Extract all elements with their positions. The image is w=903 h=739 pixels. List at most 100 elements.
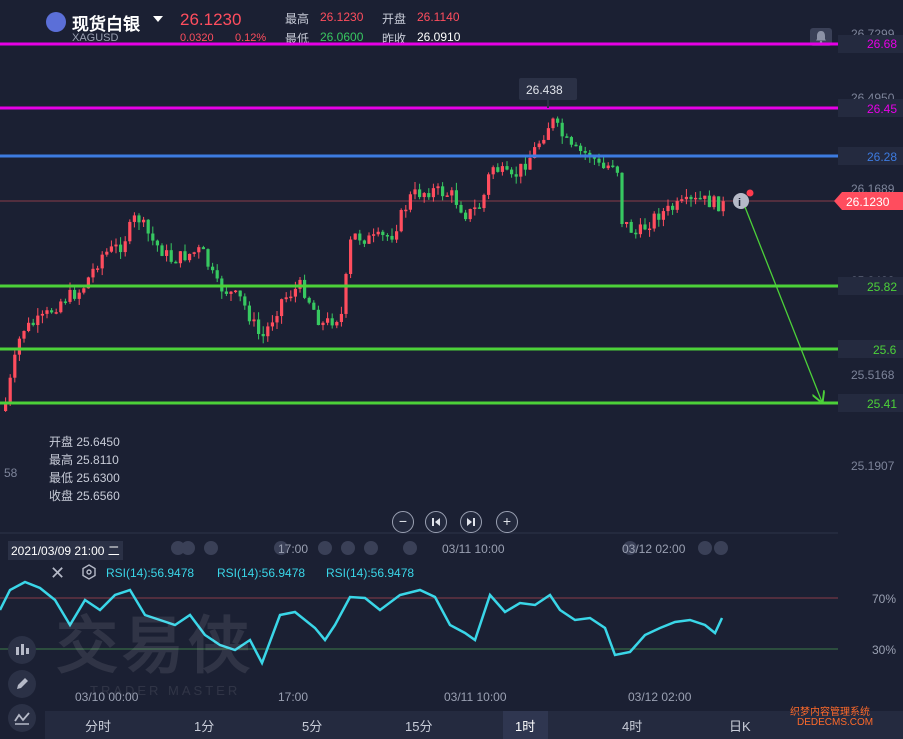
- left-edge-label: 58: [4, 466, 18, 480]
- candle-body: [321, 322, 325, 326]
- tab-4hour[interactable]: 4时: [622, 716, 642, 735]
- candle-body: [307, 297, 311, 303]
- candle-body: [473, 207, 477, 210]
- candle-body: [197, 247, 201, 253]
- candle-body: [680, 199, 684, 202]
- tab-15min[interactable]: 15分: [405, 716, 432, 735]
- candle-body: [675, 201, 679, 210]
- candle-body: [487, 174, 491, 195]
- level-tag: 25.82: [867, 280, 897, 294]
- indicator-icon[interactable]: [8, 704, 36, 732]
- candle-body: [128, 221, 132, 242]
- candle-body: [689, 196, 693, 200]
- candle-body: [45, 310, 49, 314]
- candle-body: [381, 231, 385, 236]
- candle-body: [183, 251, 187, 261]
- candle-body: [652, 213, 656, 229]
- candle-body: [404, 209, 408, 212]
- tab-1hour[interactable]: 1时: [515, 716, 535, 735]
- candle-body: [372, 234, 376, 236]
- candle-body: [671, 205, 675, 210]
- candle-body: [500, 166, 504, 172]
- time-label: 17:00: [278, 542, 309, 556]
- candle-body: [643, 224, 647, 230]
- candle-body: [625, 221, 629, 224]
- candle-body: [178, 251, 182, 264]
- candle-body: [450, 190, 454, 196]
- candle-body: [648, 228, 652, 231]
- candle-body: [569, 137, 573, 145]
- ohlc-close: 收盘 25.6560: [49, 489, 120, 503]
- tab-timeshare[interactable]: 分时: [85, 716, 111, 735]
- candle-body: [289, 296, 293, 299]
- candle-body: [496, 167, 500, 172]
- candle-body: [303, 279, 307, 298]
- rsi-label: RSI(14):56.9478: [106, 566, 195, 580]
- candle-body: [238, 290, 242, 297]
- candle-body: [63, 301, 67, 303]
- pen-icon[interactable]: [8, 670, 36, 698]
- candle-body: [721, 201, 725, 212]
- candle-body: [169, 250, 173, 262]
- candle-body: [224, 291, 228, 294]
- rsi-upper-label: 70%: [872, 592, 896, 606]
- candle-body: [367, 235, 371, 244]
- time-label: 17:00: [278, 690, 309, 704]
- corner-watermark: 织梦内容管理系统: [790, 707, 870, 718]
- candle-body: [17, 338, 21, 355]
- candle-body: [188, 253, 192, 261]
- zoom-in-icon[interactable]: +: [496, 511, 518, 533]
- candle-body: [36, 315, 40, 326]
- candle-body: [174, 261, 178, 264]
- candle-body: [211, 266, 215, 271]
- close-icon[interactable]: ✕: [50, 563, 65, 584]
- candle-body: [22, 331, 26, 339]
- candle-body: [82, 288, 86, 293]
- time-label: 03/10 00:00: [75, 690, 139, 704]
- candle-body: [454, 190, 458, 205]
- skip-back-icon[interactable]: [425, 511, 447, 533]
- ohlc-low: 最低 25.6300: [49, 471, 120, 485]
- rsi-label: RSI(14):56.9478: [326, 566, 415, 580]
- candle-body: [629, 221, 633, 233]
- candle-body: [275, 316, 279, 323]
- candle-body: [638, 224, 642, 235]
- candle-body: [602, 162, 606, 169]
- candle-body: [8, 377, 12, 402]
- candle-body: [137, 215, 141, 223]
- candle-body: [684, 196, 688, 200]
- tab-daily[interactable]: 日K: [729, 716, 751, 735]
- candle-body: [666, 205, 670, 212]
- rsi-lower-label: 30%: [872, 643, 896, 657]
- ohlc-high: 最高 25.8110: [49, 453, 119, 467]
- candle-body: [312, 302, 316, 310]
- candle-body: [413, 189, 417, 195]
- candle-body: [712, 196, 716, 208]
- zoom-out-icon[interactable]: −: [392, 511, 414, 533]
- skip-forward-icon[interactable]: [460, 511, 482, 533]
- price-tick: 25.1907: [851, 459, 895, 473]
- candle-body: [91, 268, 95, 278]
- candlestick-series: [4, 116, 725, 412]
- projection-arrow[interactable]: [744, 206, 822, 402]
- rsi-label: RSI(14):56.9478: [217, 566, 306, 580]
- candle-body: [542, 139, 546, 144]
- candle-body: [615, 166, 619, 173]
- candle-body: [583, 151, 587, 153]
- candle-body: [565, 136, 569, 138]
- candle-body: [408, 194, 412, 210]
- candle-body: [50, 310, 54, 313]
- candle-body: [551, 118, 555, 129]
- current-price-tag: 26.1230: [846, 195, 890, 209]
- candle-body: [574, 144, 578, 147]
- settings-hex-icon[interactable]: [80, 563, 98, 586]
- tab-1min[interactable]: 1分: [194, 716, 214, 735]
- candle-body: [119, 244, 123, 253]
- corner-watermark: DEDECMS.COM: [797, 717, 874, 728]
- candle-body: [201, 247, 205, 250]
- candle-body: [165, 250, 169, 256]
- candle-body: [13, 354, 17, 378]
- tab-5min[interactable]: 5分: [302, 716, 322, 735]
- candle-body: [330, 318, 334, 326]
- candles-icon[interactable]: [8, 636, 36, 664]
